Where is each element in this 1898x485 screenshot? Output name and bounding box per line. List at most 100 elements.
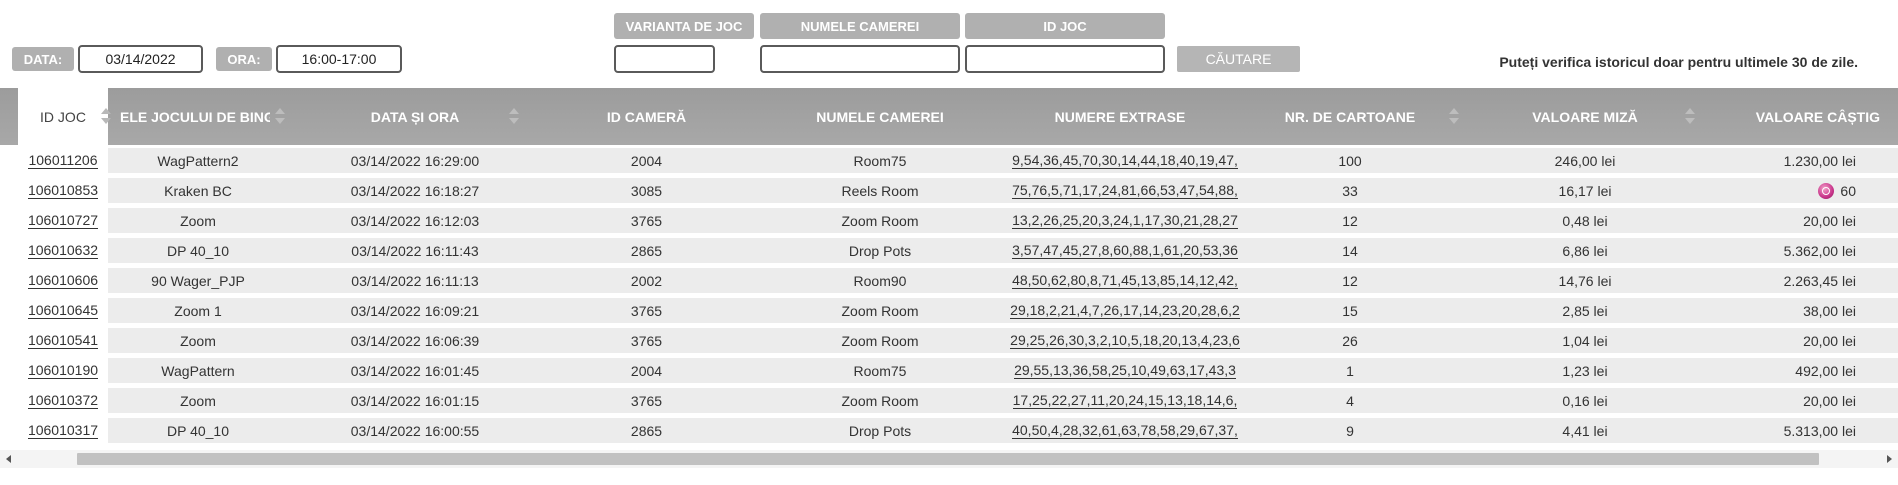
bet-value: 4,41 lei [1562,422,1608,439]
game-value: Zoom [180,332,216,349]
game-value: WagPattern2 [157,152,239,169]
room-name-cell: Reels Room [780,178,980,203]
game-id-link[interactable]: 106010645 [27,302,99,319]
room-name-value: Drop Pots [848,242,912,259]
cards-cell: 33 [1265,178,1435,203]
column-header-cards[interactable]: NR. DE CARTOANE [1265,88,1435,145]
drawn-numbers-link[interactable]: 29,55,13,36,58,25,10,49,63,17,43,3 [1014,362,1236,379]
datetime-cell: 03/14/2022 16:01:15 [330,388,500,413]
cards-cell: 12 [1265,208,1435,233]
bet-cell: 0,48 lei [1500,208,1670,233]
sort-icon[interactable] [101,106,111,128]
bet-cell: 6,86 lei [1500,238,1670,263]
datetime-value: 03/14/2022 16:29:00 [350,152,480,169]
win-value: 38,00 lei [1803,302,1856,319]
win-value: 20,00 lei [1803,392,1856,409]
cards-cell: 4 [1265,388,1435,413]
game-cell: WagPattern2 [118,148,278,173]
game-id-field[interactable] [965,45,1165,73]
cards-value: 12 [1342,272,1358,289]
datetime-cell: 03/14/2022 16:12:03 [330,208,500,233]
numbers-cell: 29,18,2,21,4,7,26,17,14,23,20,28,6,2 [1010,298,1240,323]
game-id-link[interactable]: 106010372 [27,392,99,409]
column-header-bet[interactable]: VALOARE MIZĂ [1500,88,1670,145]
game-id-label: ID JOC [965,13,1165,39]
game-id-link[interactable]: 106010317 [27,422,99,439]
room-id-value: 3085 [630,182,663,199]
numbers-cell: 75,76,5,71,17,24,81,66,53,47,54,88, [1010,178,1240,203]
drawn-numbers-link[interactable]: 9,54,36,45,70,30,14,44,18,40,19,47, [1012,152,1238,169]
column-header-id[interactable]: ID JOC [18,88,108,145]
drawn-numbers-link[interactable]: 75,76,5,71,17,24,81,66,53,47,54,88, [1012,182,1238,199]
room-name-cell: Room75 [780,148,980,173]
drawn-numbers-link[interactable]: 3,57,47,45,27,8,60,88,1,61,20,53,36 [1012,242,1238,259]
room-name-field[interactable] [760,45,960,73]
game-id-cell: 106010541 [18,328,108,353]
room-id-cell: 3765 [555,328,738,353]
table-row: 106010645 Zoom 1 03/14/2022 16:09:21 3765 Zo… [0,298,1898,323]
game-id-link[interactable]: 106010727 [27,212,99,229]
bet-cell: 1,04 lei [1500,328,1670,353]
bet-cell: 2,85 lei [1500,298,1670,323]
room-id-cell: 3085 [555,178,738,203]
column-header-win[interactable]: VALOARE CÂȘTIG [1740,88,1898,145]
bet-cell: 0,16 lei [1500,388,1670,413]
drawn-numbers-link[interactable]: 17,25,22,27,11,20,24,15,13,18,14,6, [1012,392,1238,409]
room-id-cell: 2865 [555,238,738,263]
game-cell: 90 Wager_PJP [118,268,278,293]
win-value: 492,00 lei [1795,362,1856,379]
search-button[interactable]: CĂUTARE [1177,46,1300,72]
game-id-link[interactable]: 106010190 [27,362,99,379]
datetime-cell: 03/14/2022 16:06:39 [330,328,500,353]
drawn-numbers-link[interactable]: 13,2,26,25,20,3,24,1,17,30,21,28,27 [1012,212,1238,229]
game-id-cell: 106010317 [18,418,108,443]
game-id-link[interactable]: 106010541 [27,332,99,349]
bet-cell: 246,00 lei [1500,148,1670,173]
column-header-room-id[interactable]: ID CAMERĂ [555,88,738,145]
column-header-room-name[interactable]: NUMELE CAMEREI [780,88,980,145]
win-cell: 5.313,00 lei [1740,418,1856,443]
room-id-cell: 3765 [555,388,738,413]
game-id-link[interactable]: 106010632 [27,242,99,259]
sort-icon[interactable] [275,106,285,128]
room-id-value: 3765 [630,302,663,319]
sort-icon[interactable] [1685,106,1695,128]
game-cell: WagPattern [118,358,278,383]
game-variant-label: VARIANTA DE JOC [614,13,754,39]
datetime-value: 03/14/2022 16:11:43 [351,242,479,259]
sort-icon[interactable] [509,106,519,128]
drawn-numbers-link[interactable]: 40,50,4,28,32,61,63,78,58,29,67,37, [1012,422,1238,439]
table-row: 106010372 Zoom 03/14/2022 16:01:15 3765 Zoom… [0,388,1898,413]
game-id-cell: 106010606 [18,268,108,293]
bet-value: 1,23 lei [1562,362,1608,379]
drawn-numbers-link[interactable]: 48,50,62,80,8,71,45,13,85,14,12,42, [1012,272,1238,289]
column-header-datetime[interactable]: DATA ȘI ORA [330,88,500,145]
drawn-numbers-link[interactable]: 29,18,2,21,4,7,26,17,14,23,20,28,6,2 [1010,302,1240,319]
game-cell: Zoom [118,328,278,353]
game-id-cell: 106010372 [18,388,108,413]
time-field[interactable] [276,45,402,73]
scroll-right-icon[interactable] [1887,455,1892,463]
table-row: 106010606 90 Wager_PJP 03/14/2022 16:11:13… [0,268,1898,293]
numbers-cell: 40,50,4,28,32,61,63,78,58,29,67,37, [1010,418,1240,443]
datetime-value: 03/14/2022 16:18:27 [350,182,480,199]
game-cell: DP 40_10 [118,418,278,443]
horizontal-scrollbar[interactable] [0,450,1898,468]
game-id-link[interactable]: 106010606 [27,272,99,289]
room-name-cell: Zoom Room [780,298,980,323]
column-header-game[interactable]: ELE JOCULUI DE BINGO [120,88,270,145]
room-name-value: Drop Pots [848,422,912,439]
table-row: 106010190 WagPattern 03/14/2022 16:01:45 20… [0,358,1898,383]
game-variant-field[interactable] [614,45,715,73]
scroll-left-icon[interactable] [6,455,11,463]
game-id-link[interactable]: 106011206 [28,152,98,169]
sort-icon[interactable] [1449,106,1459,128]
game-id-link[interactable]: 106010853 [27,182,99,199]
cards-value: 14 [1342,242,1358,259]
win-value: 20,00 lei [1803,332,1856,349]
room-id-cell: 2004 [555,358,738,383]
drawn-numbers-link[interactable]: 29,25,26,30,3,2,10,5,18,20,13,4,23,6 [1010,332,1240,349]
column-header-numbers[interactable]: NUMERE EXTRASE [1000,88,1240,145]
date-field[interactable] [78,45,203,73]
scrollbar-thumb[interactable] [77,453,1819,465]
